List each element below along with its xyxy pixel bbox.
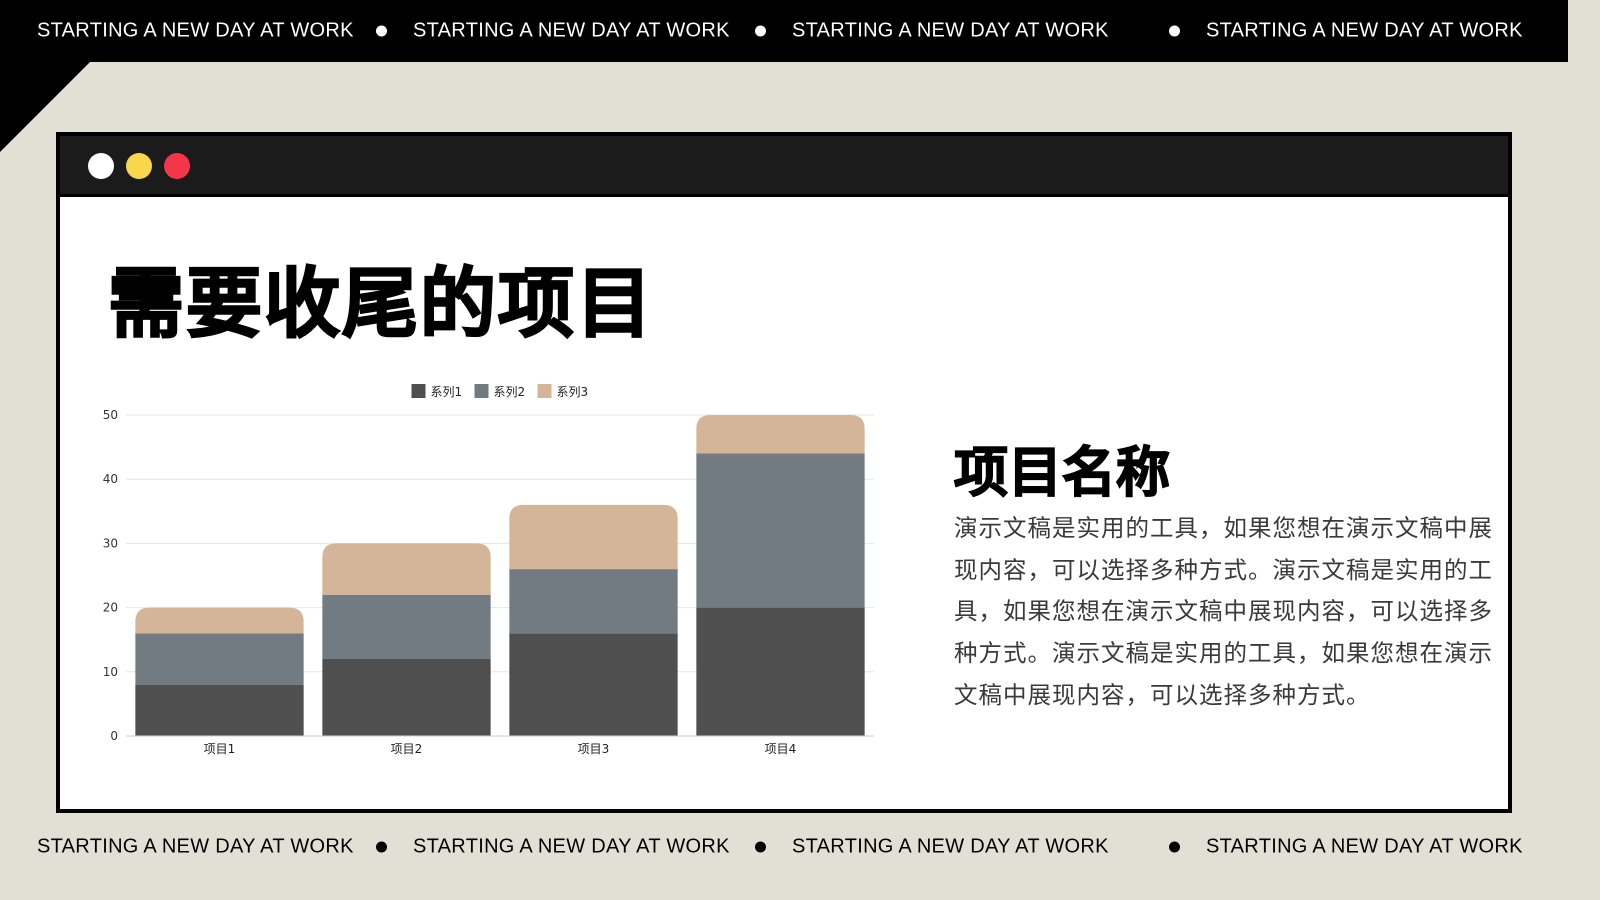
project-title: 项目名称 — [953, 440, 1171, 505]
x-tick-label: 项目2 — [391, 742, 423, 756]
bottom-ticker-banner: STARTING A NEW DAY AT WORK STARTING A NE… — [0, 816, 1568, 878]
x-tick-label: 项目3 — [578, 742, 610, 756]
bar-segment — [322, 658, 491, 736]
y-tick-label: 40 — [103, 472, 118, 486]
ticker-text: STARTING A NEW DAY AT WORK — [37, 835, 354, 858]
legend-swatch — [474, 384, 489, 398]
bullet-dot-icon — [1169, 25, 1180, 37]
ticker-text: STARTING A NEW DAY AT WORK — [413, 19, 730, 42]
stacked-bar-chart: 0 10 20 30 40 50 项目1 项目2 项目3 项目4 系列1 系列2 系列3 — [103, 384, 874, 756]
white-window-dot-icon — [88, 153, 114, 179]
ticker-text: STARTING A NEW DAY AT WORK — [37, 19, 354, 42]
ticker-text: STARTING A NEW DAY AT WORK — [792, 19, 1109, 42]
legend-label: 系列1 — [431, 385, 463, 399]
y-tick-label: 0 — [110, 729, 118, 743]
bar-segment — [509, 569, 678, 634]
y-tick-label: 10 — [103, 665, 118, 679]
legend-label: 系列3 — [557, 385, 589, 399]
y-tick-label: 20 — [103, 601, 118, 615]
bar-segment — [696, 607, 865, 736]
bullet-dot-icon — [376, 841, 387, 853]
bar-segment — [135, 633, 304, 685]
yellow-window-dot-icon — [126, 153, 152, 179]
red-window-dot-icon — [164, 153, 190, 179]
ticker-text: STARTING A NEW DAY AT WORK — [1206, 19, 1523, 42]
x-tick-label: 项目4 — [765, 742, 797, 756]
bar-segment — [696, 453, 865, 608]
legend-swatch — [537, 384, 552, 398]
bar-segment — [322, 543, 491, 595]
top-ticker-banner: STARTING A NEW DAY AT WORK STARTING A NE… — [0, 0, 1568, 62]
project-description: 演示文稿是实用的工具，如果您想在演示文稿中展现内容，可以选择多种方式。演示文稿是… — [954, 514, 1493, 709]
mock-browser-window: 需要收尾的项目 0 10 20 30 40 50 项目1 项目2 项目3 项目4 系列1 系列2 系列3… — [56, 132, 1512, 813]
bullet-dot-icon — [1169, 841, 1180, 853]
window-titlebar — [60, 136, 1508, 197]
x-tick-label: 项目1 — [204, 742, 236, 756]
legend-label: 系列2 — [494, 385, 526, 399]
bullet-dot-icon — [376, 25, 387, 37]
page-title: 需要收尾的项目 — [107, 258, 654, 349]
bullet-dot-icon — [755, 841, 766, 853]
y-tick-label: 30 — [103, 536, 118, 550]
bullet-dot-icon — [755, 25, 766, 37]
ticker-text: STARTING A NEW DAY AT WORK — [1206, 835, 1523, 858]
y-tick-label: 50 — [103, 408, 118, 422]
bar-segment — [509, 633, 678, 736]
ticker-text: STARTING A NEW DAY AT WORK — [792, 835, 1109, 858]
bar-segment — [322, 594, 491, 659]
bar-segment — [696, 415, 865, 454]
bar-segment — [135, 607, 304, 634]
ticker-text: STARTING A NEW DAY AT WORK — [413, 835, 730, 858]
legend-swatch — [411, 384, 426, 398]
bar-segment — [509, 504, 678, 570]
bar-segment — [135, 684, 304, 736]
